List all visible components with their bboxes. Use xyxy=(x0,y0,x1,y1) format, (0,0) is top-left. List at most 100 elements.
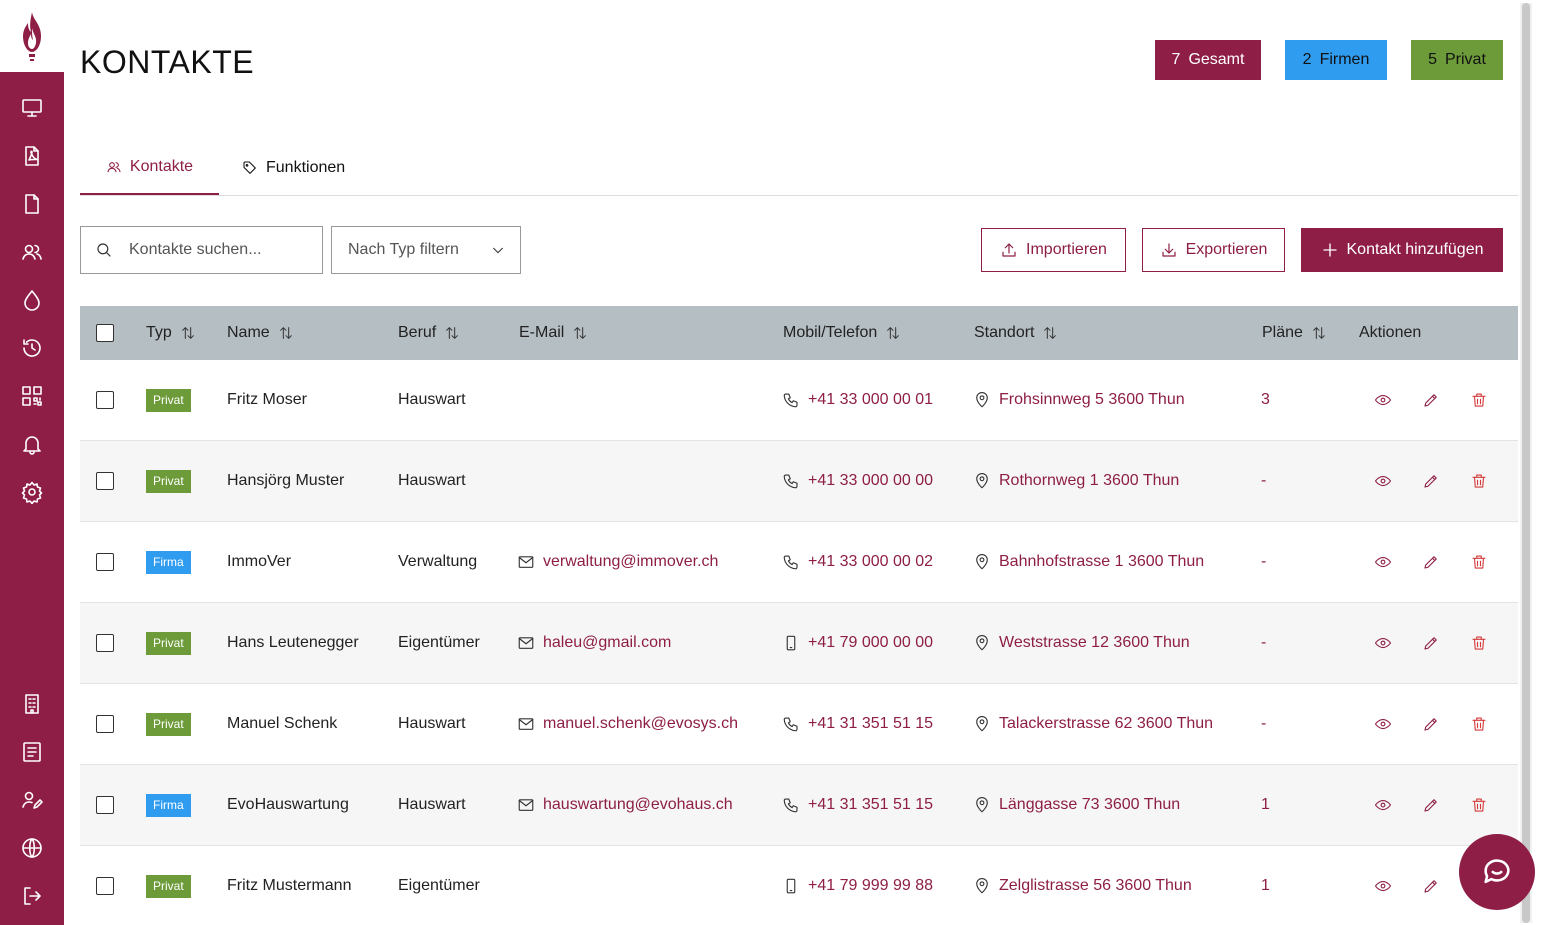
plans-cell[interactable]: 1 xyxy=(1261,765,1270,845)
select-all-checkbox[interactable] xyxy=(96,324,114,342)
header-plans[interactable]: Pläne xyxy=(1262,306,1327,360)
pencil-icon xyxy=(1424,718,1437,731)
type-badge: Privat xyxy=(146,631,191,655)
file-icon[interactable] xyxy=(16,188,48,220)
book-icon[interactable] xyxy=(16,736,48,768)
plans-cell[interactable]: 1 xyxy=(1261,846,1270,925)
header-location[interactable]: Standort xyxy=(974,306,1058,360)
delete-button[interactable] xyxy=(1470,391,1488,409)
logout-icon[interactable] xyxy=(16,880,48,912)
job-cell: Hauswart xyxy=(398,391,466,408)
select-all-cell xyxy=(96,306,114,360)
table-row: Privat Fritz Moser Hauswart +41 33 000 00 0… xyxy=(80,360,1518,441)
location-link[interactable]: Zelglistrasse 56 3600 Thun xyxy=(973,877,1192,895)
row-checkbox-cell xyxy=(96,684,114,764)
email-link[interactable]: verwaltung@immover.ch xyxy=(517,553,718,571)
delete-button[interactable] xyxy=(1470,796,1488,814)
chat-button[interactable] xyxy=(1459,834,1535,910)
view-button[interactable] xyxy=(1374,634,1392,652)
edit-button[interactable] xyxy=(1422,634,1440,652)
phone-link[interactable]: +41 79 999 99 88 xyxy=(782,877,933,895)
phone-link[interactable]: +41 33 000 00 00 xyxy=(782,472,933,490)
user-edit-icon[interactable] xyxy=(16,784,48,816)
location-link[interactable]: Weststrasse 12 3600 Thun xyxy=(973,634,1190,652)
eye-icon xyxy=(1374,475,1392,487)
export-button[interactable]: Exportieren xyxy=(1142,228,1285,272)
users-icon[interactable] xyxy=(16,236,48,268)
email-cell: manuel.schenk@evosys.ch xyxy=(517,684,738,764)
page-scrollbar[interactable] xyxy=(1520,3,1532,923)
edit-button[interactable] xyxy=(1422,553,1440,571)
type-filter-select[interactable]: Nach Typ filtern xyxy=(331,226,521,274)
email-link[interactable]: haleu@gmail.com xyxy=(517,634,671,652)
mobile-icon xyxy=(786,878,796,894)
edit-button[interactable] xyxy=(1422,796,1440,814)
header-beruf[interactable]: Beruf xyxy=(398,306,460,360)
row-checkbox[interactable] xyxy=(96,391,114,409)
view-button[interactable] xyxy=(1374,553,1392,571)
email-link[interactable]: hauswartung@evohaus.ch xyxy=(517,796,733,814)
gear-icon[interactable] xyxy=(16,476,48,508)
phone-link[interactable]: +41 33 000 00 01 xyxy=(782,391,933,409)
sort-icon xyxy=(181,327,194,339)
location-link[interactable]: Rothornweg 1 3600 Thun xyxy=(973,472,1179,490)
search-field[interactable] xyxy=(80,226,323,274)
row-checkbox[interactable] xyxy=(96,796,114,814)
edit-button[interactable] xyxy=(1422,877,1440,895)
header-typ[interactable]: Typ xyxy=(146,306,196,360)
delete-button[interactable] xyxy=(1470,472,1488,490)
header-name[interactable]: Name xyxy=(227,306,294,360)
tab-funktionen[interactable]: Funktionen xyxy=(242,140,345,195)
phone-link[interactable]: +41 79 000 00 00 xyxy=(782,634,933,652)
view-button[interactable] xyxy=(1374,796,1392,814)
email-link[interactable]: manuel.schenk@evosys.ch xyxy=(517,715,738,733)
location-link[interactable]: Länggasse 73 3600 Thun xyxy=(973,796,1180,814)
add-contact-button[interactable]: Kontakt hinzufügen xyxy=(1301,228,1503,272)
building-icon[interactable] xyxy=(16,688,48,720)
row-checkbox[interactable] xyxy=(96,634,114,652)
phone-link[interactable]: +41 33 000 00 02 xyxy=(782,553,933,571)
header-email[interactable]: E-Mail xyxy=(519,306,588,360)
edit-button[interactable] xyxy=(1422,715,1440,733)
phone-link[interactable]: +41 31 351 51 15 xyxy=(782,796,933,814)
row-checkbox[interactable] xyxy=(96,715,114,733)
name-cell: Fritz Mustermann xyxy=(227,877,352,894)
row-checkbox[interactable] xyxy=(96,877,114,895)
location-link[interactable]: Talackerstrasse 62 3600 Thun xyxy=(973,715,1213,733)
import-button[interactable]: Importieren xyxy=(981,228,1126,272)
phone-icon xyxy=(783,474,798,489)
pdf-file-icon[interactable] xyxy=(16,140,48,172)
history-icon[interactable] xyxy=(16,332,48,364)
search-input[interactable] xyxy=(129,241,309,259)
row-checkbox[interactable] xyxy=(96,553,114,571)
tab-kontakte[interactable]: Kontakte xyxy=(80,140,219,195)
view-button[interactable] xyxy=(1374,472,1392,490)
location-cell: Weststrasse 12 3600 Thun xyxy=(973,603,1190,683)
location-link[interactable]: Frohsinnweg 5 3600 Thun xyxy=(973,391,1185,409)
row-checkbox[interactable] xyxy=(96,472,114,490)
mobile-icon xyxy=(786,635,796,651)
view-button[interactable] xyxy=(1374,877,1392,895)
monitor-icon[interactable] xyxy=(16,92,48,124)
sort-icon xyxy=(279,327,292,339)
scrollbar-thumb[interactable] xyxy=(1522,3,1530,923)
delete-button[interactable] xyxy=(1470,715,1488,733)
globe-icon[interactable] xyxy=(16,832,48,864)
name-cell: Hans Leutenegger xyxy=(227,634,359,651)
type-cell: Privat xyxy=(146,846,191,925)
delete-button[interactable] xyxy=(1470,553,1488,571)
view-button[interactable] xyxy=(1374,391,1392,409)
location-link[interactable]: Bahnhofstrasse 1 3600 Thun xyxy=(973,553,1204,571)
delete-button[interactable] xyxy=(1470,634,1488,652)
mail-icon xyxy=(518,556,534,568)
phone-link[interactable]: +41 31 351 51 15 xyxy=(782,715,933,733)
qr-code-icon[interactable] xyxy=(16,380,48,412)
phone-cell: +41 33 000 00 01 xyxy=(782,360,933,440)
header-phone[interactable]: Mobil/Telefon xyxy=(783,306,901,360)
edit-button[interactable] xyxy=(1422,472,1440,490)
bell-icon[interactable] xyxy=(16,428,48,460)
edit-button[interactable] xyxy=(1422,391,1440,409)
plans-cell[interactable]: 3 xyxy=(1261,360,1270,440)
drop-icon[interactable] xyxy=(16,284,48,316)
view-button[interactable] xyxy=(1374,715,1392,733)
